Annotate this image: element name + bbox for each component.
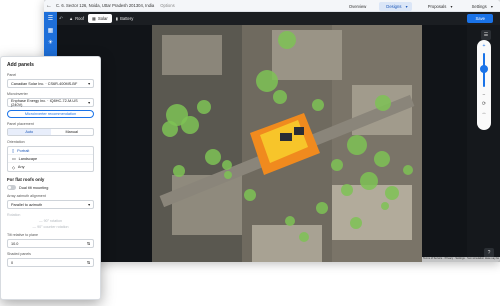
nav-settings[interactable]: Settings ▾ (466, 3, 496, 10)
satellite-map[interactable] (152, 25, 422, 262)
zoom-out-icon[interactable]: − (483, 92, 486, 98)
orientation-landscape[interactable]: ▭ Landscape (8, 155, 93, 163)
dual-tilt-label: Dual tilt mounting (19, 185, 49, 190)
save-button[interactable]: Save (467, 14, 493, 23)
tab-battery-label: Battery (120, 16, 134, 21)
sun-icon[interactable]: ☀ (44, 36, 57, 48)
page: ← C. 6. Sector 126, Noida, Uttar Pradesh… (0, 0, 500, 306)
stepper-icon[interactable]: ⇅ (87, 260, 90, 265)
placement-toggle: Auto Manual (7, 128, 94, 136)
panel-title: Add panels (7, 62, 34, 68)
app-window: ← C. 6. Sector 126, Noida, Uttar Pradesh… (44, 0, 500, 262)
top-bar: ← C. 6. Sector 126, Noida, Uttar Pradesh… (44, 0, 500, 12)
rotation-label: Rotation (7, 213, 21, 217)
nav-designs[interactable]: Designs ▾ (379, 1, 412, 11)
address-options-link[interactable]: Options (160, 3, 174, 8)
zoom-slider-knob[interactable] (480, 65, 488, 73)
microinverter-value: Enphase Energy Inc. · IQ8HC-72-M-US (240… (11, 98, 78, 107)
tab-roof-label: Roof (75, 16, 85, 21)
orientation-portrait[interactable]: ▯ Portrait (8, 147, 93, 155)
stepper-icon[interactable]: ⇅ (87, 241, 90, 246)
design-toolbar: ↶ ▲ Roof ▦ Solar ▮ Battery Save (57, 12, 500, 25)
top-nav: Overview Designs ▾ Proposals ▾ Settings … (346, 0, 496, 12)
shaded-panels-input[interactable]: 0 ⇅ (7, 258, 94, 267)
tab-solar-label: Solar (97, 16, 108, 21)
tilt-value: 10.0 (11, 241, 19, 246)
landscape-icon: ▭ (12, 157, 16, 161)
placement-label: Panel placement (7, 122, 34, 126)
dual-tilt-toggle[interactable]: Dual tilt mounting (7, 185, 94, 190)
portrait-icon: ▯ (12, 149, 15, 153)
chevron-down-icon: ▾ (88, 82, 90, 86)
expand-icon[interactable]: ↔ (482, 110, 487, 116)
nav-proposals[interactable]: Proposals ▾ (422, 3, 456, 10)
nav-proposals-label: Proposals (427, 3, 447, 9)
zoom-control[interactable]: + − ⟳ ↔ (477, 40, 491, 130)
panel-icon[interactable]: ▦ (44, 24, 57, 36)
chevron-down-icon: ▾ (88, 101, 90, 105)
orientation-options: ▯ Portrait ▭ Landscape ◇ Any (7, 146, 94, 172)
chevron-down-icon: ▾ (88, 203, 90, 207)
shaded-panels-value: 0 (11, 260, 14, 265)
rotate-icon[interactable]: ⟳ (482, 101, 486, 107)
map-canvas (152, 25, 422, 262)
flat-roofs-heading: For flat roofs only (7, 177, 45, 182)
panel-model-select[interactable]: Canadian Solar Inc. · CS6R-400MS-BF ▾ (7, 79, 94, 88)
panel-model-value: Canadian Solar Inc. · CS6R-400MS-BF (11, 81, 78, 86)
array-alignment-value: Parallel to azimuth (11, 202, 43, 207)
microinverter-label: Microinverter (7, 92, 28, 96)
array-alignment-select[interactable]: Parallel to azimuth ▾ (7, 200, 94, 209)
microinverter-select[interactable]: Enphase Energy Inc. · IQ8HC-72-M-US (240… (7, 98, 94, 107)
rotation-hint-1: — 90° rotation (38, 219, 62, 223)
solar-panel-icon: ▦ (92, 16, 96, 21)
placement-auto[interactable]: Auto (8, 129, 51, 135)
nav-designs-label: Designs (386, 3, 402, 9)
any-orientation-icon: ◇ (12, 165, 15, 170)
layers-toggle-icon[interactable]: ☰ (481, 30, 491, 40)
dual-tilt-switch[interactable] (7, 185, 16, 190)
orientation-label: Orientation (7, 140, 25, 144)
orientation-landscape-label: Landscape (18, 156, 38, 161)
zoom-slider[interactable] (480, 53, 488, 87)
rotation-hint-2: — 90° counter rotation (32, 225, 69, 229)
roof-icon: ▲ (69, 16, 74, 21)
tab-solar[interactable]: ▦ Solar (88, 14, 112, 23)
tab-battery[interactable]: ▮ Battery (112, 14, 138, 23)
back-arrow-icon[interactable]: ← (44, 3, 54, 9)
orientation-any-label: Any (17, 165, 25, 169)
zoom-in-icon[interactable]: + (483, 43, 486, 49)
tab-roof[interactable]: ▲ Roof (65, 14, 88, 23)
address-title: C. 6. Sector 126, Noida, Uttar Pradesh 2… (56, 3, 155, 8)
orientation-portrait-label: Portrait (17, 148, 30, 153)
layers-icon[interactable]: ☰ (44, 12, 57, 24)
nav-overview[interactable]: Overview (346, 3, 369, 10)
tilt-input[interactable]: 10.0 ⇅ (7, 239, 94, 248)
array-alignment-label: Array azimuth alignment (7, 194, 46, 198)
placement-manual[interactable]: Manual (51, 129, 94, 135)
orientation-any[interactable]: ◇ Any (8, 163, 93, 171)
tilt-label: Tilt relative to plane (7, 233, 39, 237)
battery-icon: ▮ (115, 16, 119, 21)
panel-model-label: Panel (7, 73, 17, 77)
nav-settings-label: Settings (471, 3, 487, 9)
undo-icon[interactable]: ↶ (57, 16, 65, 22)
add-panels-sidebar: Add panels Panel Canadian Solar Inc. · C… (0, 56, 101, 300)
microinverter-recommendation-button[interactable]: Microinverter recommendation (7, 110, 94, 118)
shaded-panels-label: Shaded panels (7, 252, 31, 256)
map-attribution: Terms of Service · Privacy · Settings · … (422, 257, 500, 262)
